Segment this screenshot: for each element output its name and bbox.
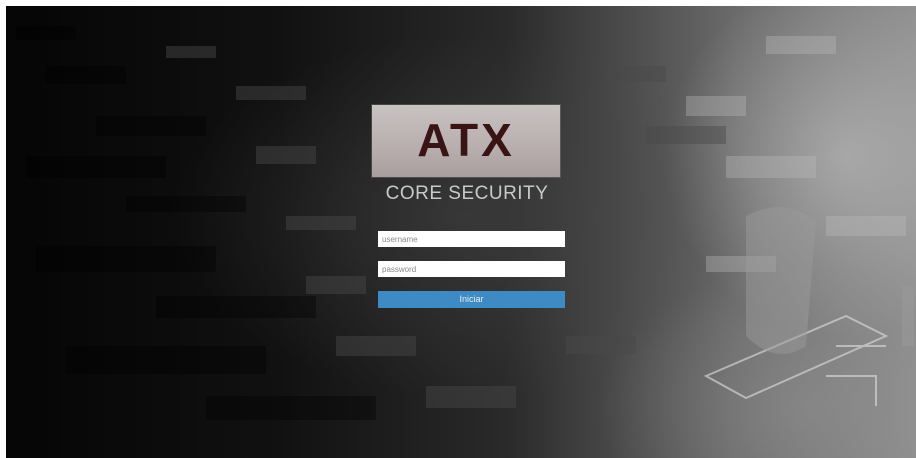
password-input[interactable] [378, 261, 565, 277]
brand-subtitle: CORE SECURITY [385, 183, 549, 204]
username-input[interactable] [378, 231, 565, 247]
logo-text: ATX [417, 114, 515, 166]
login-panel: ATX CORE SECURITY Iniciar [372, 105, 565, 308]
login-background: ATX CORE SECURITY Iniciar [6, 6, 916, 458]
login-button[interactable]: Iniciar [378, 291, 565, 308]
atx-logo: ATX [372, 105, 560, 177]
